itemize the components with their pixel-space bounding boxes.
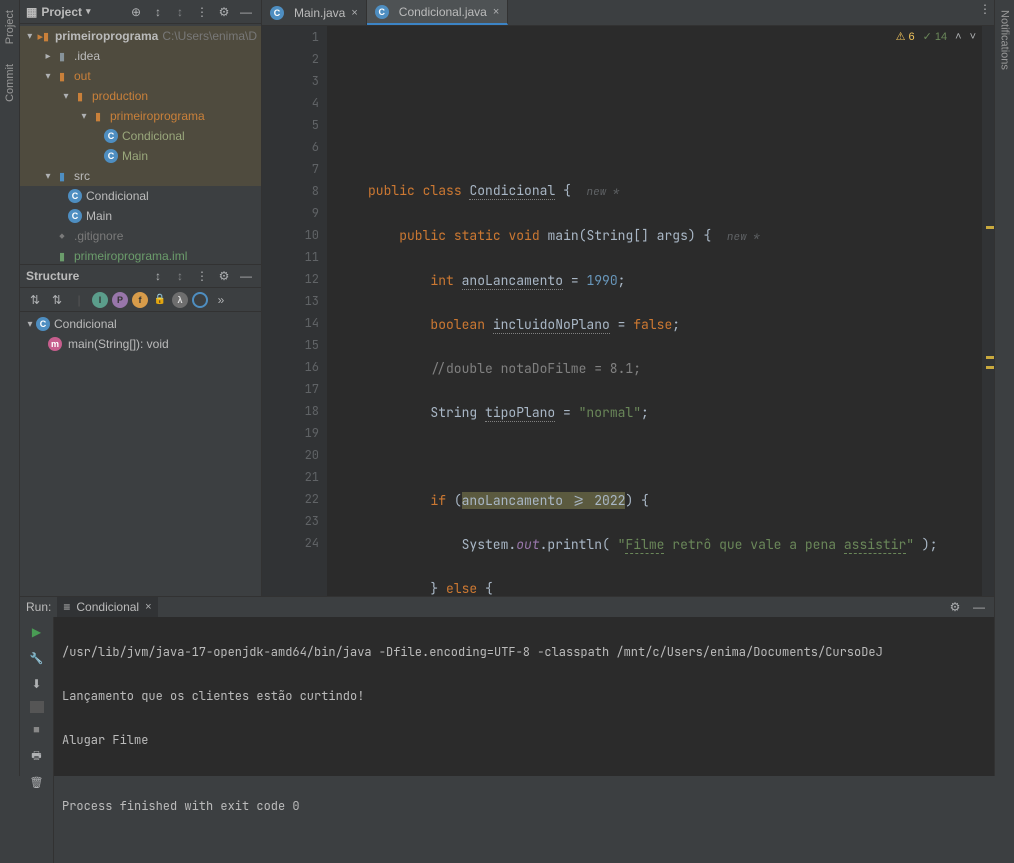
structure-method-main[interactable]: mmain(String[]): void — [20, 334, 261, 354]
tree-src-condicional[interactable]: CCondicional — [20, 186, 261, 206]
error-stripe[interactable] — [982, 26, 994, 596]
show-inherited-icon[interactable]: λ — [172, 292, 188, 308]
close-icon[interactable]: × — [351, 7, 357, 19]
close-icon[interactable]: × — [145, 601, 151, 613]
sort-alpha-icon[interactable] — [26, 291, 44, 309]
run-title: Run: — [26, 600, 51, 614]
collapse-all-icon[interactable] — [171, 3, 189, 21]
run-output-line: Alugar Filme — [62, 729, 986, 751]
editor-body[interactable]: ⚠ 6 ✓ 14 ˄ ˅ 1 2 3 4 5 6 7 8 9 10 11 — [262, 26, 994, 596]
struct-more-icon[interactable] — [193, 267, 211, 285]
down-icon[interactable] — [28, 675, 46, 693]
project-toolwindow-tab[interactable]: Project — [4, 10, 16, 44]
java-icon: C — [270, 6, 284, 20]
tree-iml[interactable]: ▮primeiroprograma.iml — [20, 246, 261, 264]
struct-collapse-icon[interactable] — [171, 267, 189, 285]
show-properties-icon[interactable]: P — [112, 292, 128, 308]
structure-panel-header: Structure — [20, 264, 261, 288]
tree-src-main[interactable]: CMain — [20, 206, 261, 226]
editor-code[interactable]: public class Condicional { new * public … — [328, 26, 982, 596]
project-tree[interactable]: ▾▸▮ primeiroprograma C:\Users\enima\D ▸▮… — [20, 24, 261, 264]
run-output-line: Lançamento que os clientes estão curtind… — [62, 685, 986, 707]
more-icon[interactable] — [193, 3, 211, 21]
edit-config-icon[interactable] — [28, 649, 46, 667]
stop-icon[interactable] — [28, 721, 46, 739]
run-output-line: Process finished with exit code 0 — [62, 795, 986, 817]
tree-pkg[interactable]: ▾▮primeiroprograma — [20, 106, 261, 126]
project-panel-title: Project — [41, 5, 82, 19]
commit-toolwindow-tab[interactable]: Commit — [4, 64, 16, 102]
rerun-icon[interactable] — [28, 623, 46, 641]
locate-icon[interactable] — [127, 3, 145, 21]
struct-overflow-icon[interactable]: » — [212, 291, 230, 309]
run-output[interactable]: /usr/lib/jvm/java-17-openjdk-amd64/bin/j… — [54, 617, 994, 863]
project-root[interactable]: ▾▸▮ primeiroprograma C:\Users\enima\D — [20, 26, 261, 46]
struct-hide-icon[interactable] — [237, 267, 255, 285]
checks-badge[interactable]: ✓ 14 — [923, 30, 947, 43]
structure-tree[interactable]: ▾CCondicional mmain(String[]): void — [20, 312, 261, 596]
tab-main-java[interactable]: CMain.java× — [262, 0, 367, 25]
close-icon[interactable]: × — [493, 6, 499, 18]
show-anon-icon[interactable] — [192, 292, 208, 308]
layout-icon[interactable] — [30, 701, 44, 713]
run-toolbar — [20, 617, 54, 863]
tree-src[interactable]: ▾▮src — [20, 166, 261, 186]
warnings-badge[interactable]: ⚠ 6 — [896, 30, 915, 43]
prev-highlight-icon[interactable]: ˄ — [955, 31, 961, 43]
run-settings-icon[interactable] — [946, 598, 964, 616]
run-panel-header: Run: ≡ Condicional × — [20, 597, 994, 617]
hide-icon[interactable] — [237, 3, 255, 21]
run-hide-icon[interactable] — [970, 598, 988, 616]
show-interfaces-icon[interactable]: I — [92, 292, 108, 308]
line-gutter[interactable]: 1 2 3 4 5 6 7 8 9 10 11 12 13 14 15 16 1 — [262, 26, 328, 596]
struct-gear-icon[interactable] — [215, 267, 233, 285]
tree-idea[interactable]: ▸▮.idea — [20, 46, 261, 66]
project-panel-header: ▦Project ▾ — [20, 0, 261, 24]
tab-condicional-java[interactable]: CCondicional.java× — [367, 0, 509, 25]
expand-all-icon[interactable] — [149, 3, 167, 21]
tree-main-class[interactable]: CMain — [20, 146, 261, 166]
tree-gitignore[interactable]: .gitignore — [20, 226, 261, 246]
sort-visibility-icon[interactable] — [48, 291, 66, 309]
java-icon: C — [375, 5, 389, 19]
show-nonpublic-icon[interactable] — [152, 292, 168, 308]
root-label: primeiroprograma — [55, 29, 158, 43]
run-output-line: /usr/lib/jvm/java-17-openjdk-amd64/bin/j… — [62, 641, 986, 663]
show-fields-icon[interactable]: f — [132, 292, 148, 308]
root-path: C:\Users\enima\D — [162, 29, 257, 43]
tree-production[interactable]: ▾▮production — [20, 86, 261, 106]
print-icon[interactable] — [28, 747, 46, 765]
structure-toolbar: | I P f λ » — [20, 288, 261, 312]
tree-out[interactable]: ▾▮out — [20, 66, 261, 86]
notifications-toolwindow-tab[interactable]: Notifications — [999, 10, 1011, 70]
tabs-more-icon[interactable] — [976, 0, 994, 18]
divider-icon: | — [70, 291, 88, 309]
next-highlight-icon[interactable]: ˅ — [970, 31, 976, 43]
structure-panel-title: Structure — [26, 269, 145, 283]
editor-tabstrip: CMain.java× CCondicional.java× — [262, 0, 994, 26]
struct-expand-icon[interactable] — [149, 267, 167, 285]
tree-condicional-class[interactable]: CCondicional — [20, 126, 261, 146]
run-config-tab[interactable]: ≡ Condicional × — [57, 597, 157, 617]
folder-icon: ▦ — [26, 5, 37, 19]
gear-icon[interactable] — [215, 3, 233, 21]
structure-class[interactable]: ▾CCondicional — [20, 314, 261, 334]
run-config-icon: ≡ — [63, 600, 70, 614]
